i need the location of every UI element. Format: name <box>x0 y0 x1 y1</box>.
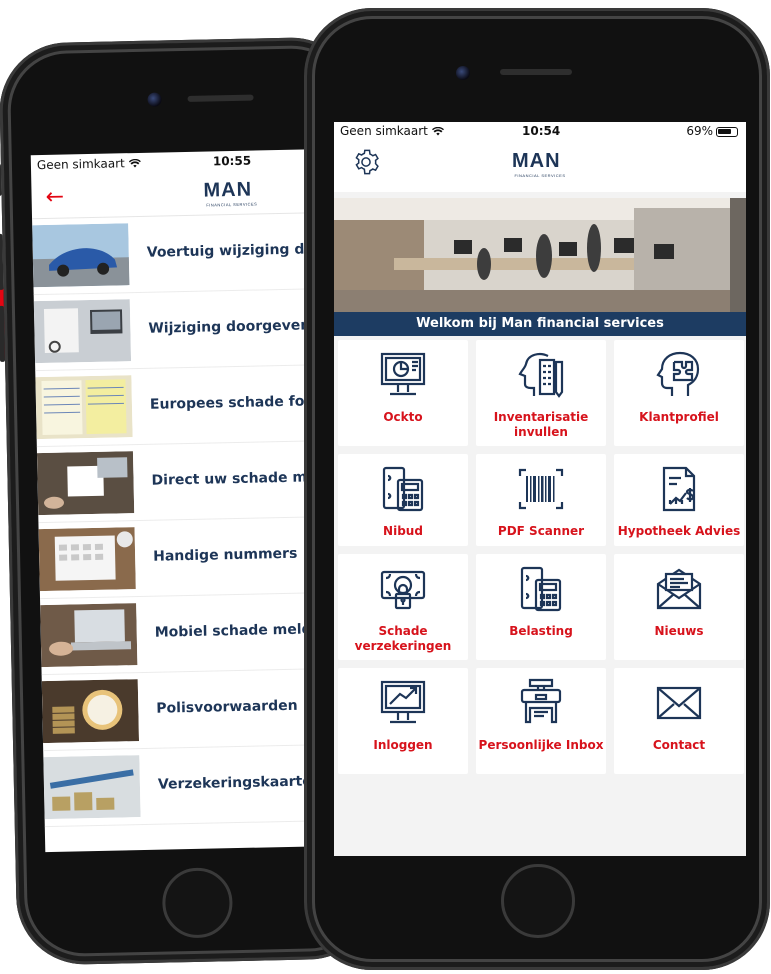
money-lock-icon <box>380 570 426 610</box>
list-item[interactable]: Handige nummers <box>38 517 318 600</box>
envelope-icon <box>656 686 702 720</box>
status-bar: Geen simkaart 10:54 69% <box>334 122 746 142</box>
tile-label: Schade verzekeringen <box>354 624 452 653</box>
calendar-thumbnail <box>38 527 136 592</box>
wifi-icon <box>128 158 141 168</box>
tile-pdf-scanner[interactable]: PDF Scanner <box>476 454 606 546</box>
tile-contact[interactable]: Contact <box>614 668 744 774</box>
car-thumbnail <box>32 223 130 288</box>
monitor-login-icon <box>380 680 426 724</box>
tile-schade-verzekeringen[interactable]: Schade verzekeringen <box>338 554 468 660</box>
tile-inloggen[interactable]: Inloggen <box>338 668 468 774</box>
tile-klantprofiel[interactable]: Klantprofiel <box>614 340 744 446</box>
form-thumbnail <box>35 375 133 440</box>
menu-list: Voertuig wijziging doo Wijziging doorgev… <box>32 213 323 828</box>
arrow-left-icon[interactable]: ← <box>45 185 64 210</box>
list-item[interactable]: Mobiel schade melden <box>40 593 323 676</box>
tile-ockto[interactable]: Ockto <box>338 340 468 446</box>
tile-label: Contact <box>652 738 706 752</box>
tile-label: Ockto <box>383 410 423 424</box>
brand-logo: MAN FINANCIAL SERVICES <box>512 150 568 178</box>
paperwork-thumbnail <box>33 299 132 364</box>
left-screen: Geen simkaart 10:55 ← MAN FINANCIAL SERV… <box>30 149 324 853</box>
meeting-thumbnail <box>36 451 135 516</box>
earpiece-speaker <box>500 69 572 75</box>
list-item-label: Europees schade formu <box>149 392 324 413</box>
status-bar: Geen simkaart 10:55 <box>31 149 309 177</box>
list-item-label: Handige nummers <box>152 545 298 565</box>
list-item-label: Verzekeringskaarten <box>157 773 322 793</box>
head-puzzle-icon <box>656 351 700 396</box>
list-item-label: Polisvoorwaarden <box>156 697 298 717</box>
tile-nibud[interactable]: Nibud <box>338 454 468 546</box>
tile-label: Nibud <box>383 524 423 538</box>
navigation-bar: ← MAN FINANCIAL SERVICES <box>31 173 311 220</box>
list-item-label: Mobiel schade melden <box>154 621 324 641</box>
barcode-icon <box>518 468 564 510</box>
app-header: MAN FINANCIAL SERVICES <box>334 142 746 192</box>
list-item[interactable]: Direct uw schade melde <box>36 441 323 524</box>
wifi-icon <box>431 127 444 136</box>
tile-label: Belasting <box>509 624 573 638</box>
welcome-banner: Welkom bij Man financial services <box>334 198 746 336</box>
mailbox-icon <box>520 678 562 724</box>
front-camera <box>456 66 470 80</box>
list-item[interactable]: Polisvoorwaarden <box>41 669 322 752</box>
list-item-label: Wijziging doorgeven <box>148 317 311 337</box>
logo-tagline: FINANCIAL SERVICES <box>514 173 566 178</box>
laptop-thumbnail <box>40 603 138 668</box>
tile-label: Inloggen <box>373 738 433 752</box>
tile-label: Nieuws <box>654 624 704 638</box>
tile-nieuws[interactable]: Nieuws <box>614 554 744 660</box>
tile-inventarisatie[interactable]: Inventarisatie invullen <box>476 340 606 446</box>
document-chart-icon <box>662 466 696 512</box>
list-item[interactable]: Voertuig wijziging doo <box>32 213 323 296</box>
tile-label: Klantprofiel <box>639 410 719 424</box>
carrier-label: Geen simkaart <box>340 124 444 138</box>
tile-label: Inventarisatie invullen <box>493 410 589 439</box>
tile-hypotheek-advies[interactable]: Hypotheek Advies <box>614 454 744 546</box>
head-checklist-icon <box>518 353 564 398</box>
logo-wordmark: MAN <box>512 150 561 172</box>
list-item-label: Direct uw schade melde <box>151 468 324 489</box>
calculator-money-icon <box>520 566 562 612</box>
logo-wordmark: MAN <box>203 178 253 202</box>
brand-logo: MAN FINANCIAL SERVICES <box>203 178 260 208</box>
calculator-money-icon <box>382 466 424 512</box>
battery-indicator: 69% <box>686 124 738 138</box>
newsletter-icon <box>656 568 702 610</box>
logo-tagline: FINANCIAL SERVICES <box>206 201 258 208</box>
tile-label: Persoonlijke Inbox <box>478 738 604 752</box>
monitor-chart-icon <box>380 352 426 396</box>
list-item[interactable]: Europees schade formu <box>35 365 323 448</box>
list-item-label: Voertuig wijziging doo <box>146 241 324 261</box>
banner-caption: Welkom bij Man financial services <box>334 312 746 336</box>
carrier-label: Geen simkaart <box>37 156 141 172</box>
battery-icon <box>716 126 738 137</box>
coins-clock-thumbnail <box>41 679 140 744</box>
right-screen: Geen simkaart 10:54 69% MAN FINANCIAL SE… <box>334 122 746 856</box>
status-time: 10:54 <box>522 124 561 138</box>
list-item[interactable]: Wijziging doorgeven <box>33 289 314 372</box>
list-item[interactable]: Verzekeringskaarten <box>43 745 323 828</box>
tile-persoonlijke-inbox[interactable]: Persoonlijke Inbox <box>476 668 606 774</box>
status-time: 10:55 <box>212 153 252 169</box>
gear-icon[interactable] <box>352 148 380 176</box>
tile-label: Hypotheek Advies <box>617 524 741 538</box>
tile-belasting[interactable]: Belasting <box>476 554 606 660</box>
tile-label: PDF Scanner <box>497 524 585 538</box>
pens-coins-thumbnail <box>43 755 141 820</box>
right-phone: Geen simkaart 10:54 69% MAN FINANCIAL SE… <box>304 8 770 970</box>
home-button[interactable] <box>501 864 575 938</box>
